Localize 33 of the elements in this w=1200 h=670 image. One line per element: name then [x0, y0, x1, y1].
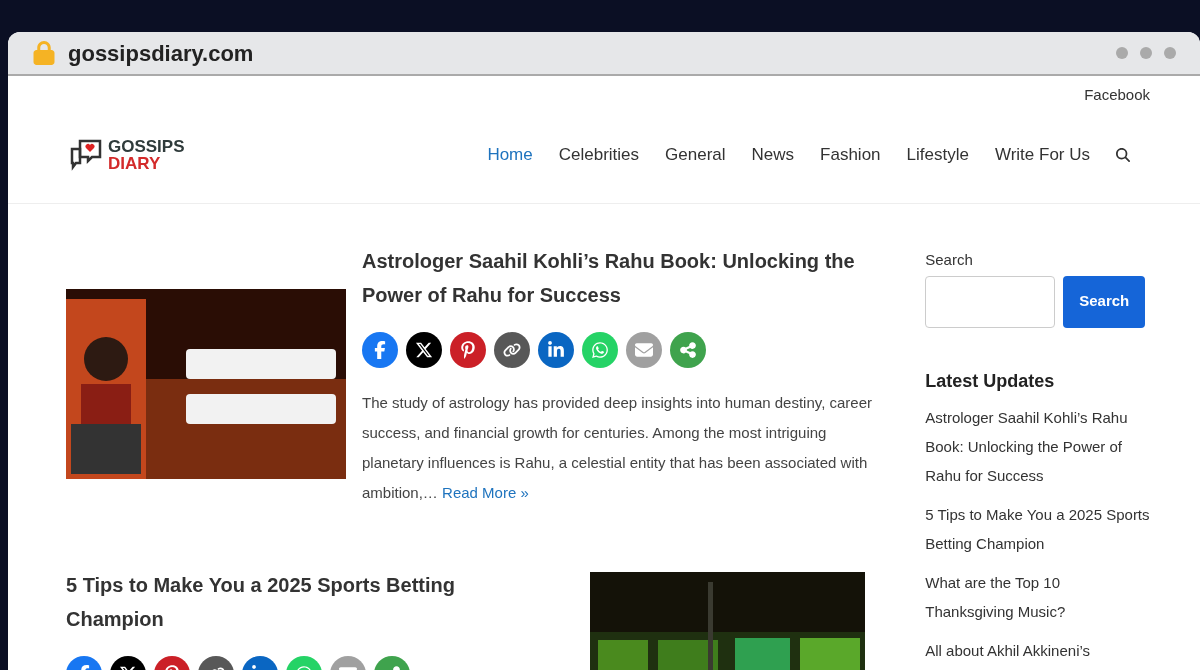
- facebook-link[interactable]: Facebook: [1084, 84, 1150, 107]
- post-title[interactable]: 5 Tips to Make You a 2025 Sports Betting Champion: [66, 568, 486, 636]
- facebook-icon[interactable]: [362, 332, 398, 368]
- logo[interactable]: GOSSIPS DIARY: [68, 136, 185, 173]
- search-icon[interactable]: [1116, 147, 1130, 162]
- lock-icon: [32, 41, 56, 65]
- post-excerpt: The study of astrology has provided deep insights into human destiny, career success, and financial growth for centuries. Among the most intriguing planetary influences is Rahu, a celestial entity that has been associated with ambition,… Read More »: [362, 393, 873, 503]
- search-field[interactable]: [925, 275, 1056, 328]
- nav-link[interactable]: Celebrities: [558, 142, 640, 168]
- post-title[interactable]: Astrologer Saahil Kohli’s Rahu Book: Unlocking the Power of Rahu for Success: [362, 244, 886, 312]
- nav-link[interactable]: Write For Us: [994, 142, 1090, 168]
- logo-text: GOSSIPS: [108, 137, 185, 155]
- nav-link[interactable]: Home: [487, 142, 533, 168]
- nav-link[interactable]: Lifestyle: [906, 142, 969, 168]
- nav-link[interactable]: Fashion: [820, 142, 881, 168]
- logo-text: DIARY: [108, 154, 162, 172]
- x-icon[interactable]: [406, 332, 442, 368]
- search-label: Search: [925, 250, 974, 270]
- latest-post-link[interactable]: What are the Top 10 Thanksgiving Music?: [925, 567, 1150, 626]
- latest-post-link[interactable]: Astrologer Saahil Kohli’s Rahu Book: Unlocking the Power of Rahu for Success: [925, 402, 1150, 490]
- sidebar-heading: Latest Updates: [925, 369, 1056, 393]
- latest-post-link[interactable]: All about Akhil Akkineni’s: [925, 635, 1150, 665]
- link-icon[interactable]: [494, 332, 530, 368]
- envelope-icon[interactable]: [626, 332, 662, 368]
- linkedin-icon[interactable]: [538, 332, 574, 368]
- pinterest-icon[interactable]: [450, 332, 486, 368]
- latest-post-link[interactable]: 5 Tips to Make You a 2025 Sports Betting Champion: [925, 499, 1150, 558]
- read-more-link[interactable]: Read More »: [442, 484, 529, 501]
- search-button[interactable]: Search: [1063, 275, 1146, 328]
- share-icon[interactable]: [670, 332, 706, 368]
- url-text: gossipsdiary.com: [68, 39, 254, 68]
- nav-link[interactable]: General: [665, 142, 726, 168]
- nav-link[interactable]: News: [751, 142, 795, 168]
